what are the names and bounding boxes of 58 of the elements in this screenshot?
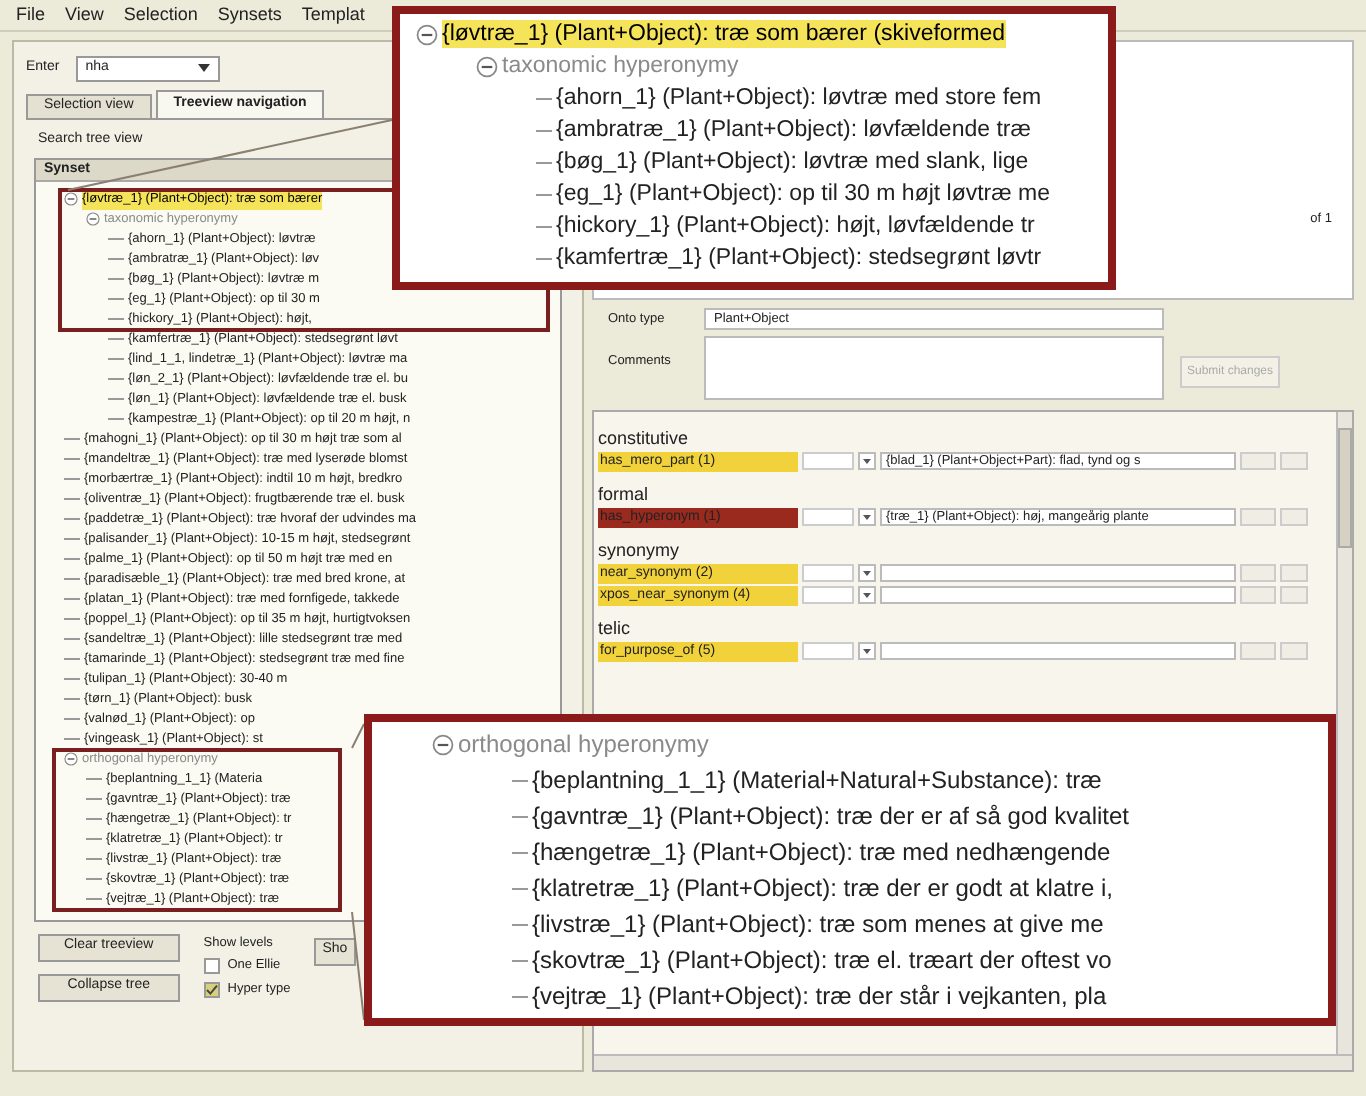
menu-item[interactable]: Templat	[301, 6, 365, 24]
tree-item[interactable]: {livstræ_1} (Plant+Object): træ som menes at give me	[532, 909, 1104, 939]
menu-item[interactable]: View	[65, 6, 104, 24]
menu-item[interactable]: File	[16, 6, 46, 24]
relation-action[interactable]	[1240, 452, 1276, 470]
dropdown-icon[interactable]	[858, 642, 876, 660]
relation-target-field[interactable]	[880, 642, 1236, 660]
tree-item[interactable]: {gavntræ_1} (Plant+Object): træ der er af så god kvalitet	[532, 801, 1129, 831]
dropdown-icon[interactable]	[858, 452, 876, 470]
dropdown-icon[interactable]	[858, 508, 876, 526]
vertical-scrollbar[interactable]	[1336, 412, 1352, 1054]
relation-action[interactable]	[1240, 508, 1276, 526]
dropdown-icon[interactable]	[858, 564, 876, 582]
relation-group-title: formal	[598, 484, 651, 506]
tree-item[interactable]: {skovtræ_1} (Plant+Object): træ el. træart der oftest vo	[532, 945, 1112, 975]
tree-item[interactable]: {eg_1} (Plant+Object): op til 30 m højt løvtræ me	[556, 180, 1051, 208]
relation-action[interactable]	[1280, 642, 1308, 660]
relation-action[interactable]	[1280, 586, 1308, 604]
check-icon	[205, 983, 218, 996]
checkbox[interactable]	[203, 958, 220, 975]
collapse-icon[interactable]	[64, 752, 78, 766]
tree-item[interactable]: {kamfertræ_1} (Plant+Object): stedsegrønt løvtr	[556, 244, 1042, 272]
tree-item[interactable]: {løvtræ_1} (Plant+Object): træ som bærer (skiveformed	[442, 20, 1006, 48]
relation-group-title: synonymy	[598, 540, 682, 562]
horizontal-scrollbar[interactable]	[594, 1054, 1352, 1070]
relation-action[interactable]	[1280, 452, 1308, 470]
caret-icon	[197, 64, 210, 72]
collapse-icon[interactable]	[476, 55, 498, 77]
checkbox[interactable]	[203, 981, 220, 998]
collapse-icon[interactable]	[432, 733, 454, 755]
tree-item[interactable]: {hængetræ_1} (Plant+Object): træ med nedhængende	[532, 837, 1111, 867]
relation-group-title: constitutive	[598, 428, 691, 450]
tree-item[interactable]: {beplantning_1_1} (Material+Natural+Substance): træ	[532, 765, 1102, 795]
relation-group-title: telic	[598, 618, 633, 640]
relation-action[interactable]	[1240, 564, 1276, 582]
menu-item[interactable]: Selection	[123, 6, 198, 24]
tree-item[interactable]: {vejtræ_1} (Plant+Object): træ der står i vejkanten, pla	[532, 981, 1107, 1011]
comments-field[interactable]	[704, 336, 1164, 400]
tree-item[interactable]: {klatretræ_1} (Plant+Object): træ der er godt at klatre i,	[532, 873, 1113, 903]
relation-label: taxonomic hyperonymy	[502, 52, 739, 80]
relation-label: orthogonal hyperonymy	[458, 729, 709, 759]
tree-item[interactable]: {hickory_1} (Plant+Object): højt, løvfældende tr	[556, 212, 1035, 240]
tree-item[interactable]: {ahorn_1} (Plant+Object): løvtræ med store fem	[556, 84, 1042, 112]
collapse-icon[interactable]	[64, 192, 78, 206]
collapse-icon[interactable]	[416, 23, 438, 45]
collapse-icon[interactable]	[86, 212, 100, 226]
dropdown-icon[interactable]	[858, 586, 876, 604]
relation-action[interactable]	[1280, 564, 1308, 582]
tree-item[interactable]: {ambratræ_1} (Plant+Object): løvfældende træ	[556, 116, 1031, 144]
relation-action[interactable]	[1240, 586, 1276, 604]
relation-target-field[interactable]	[880, 586, 1236, 604]
relation-action[interactable]	[1280, 508, 1308, 526]
leader-line	[351, 911, 365, 1021]
leader-line	[351, 723, 365, 749]
tree-item[interactable]: {bøg_1} (Plant+Object): løvtræ med slank, lige	[556, 148, 1029, 176]
menu-item[interactable]: Synsets	[217, 6, 282, 24]
relation-target-field[interactable]	[880, 564, 1236, 582]
relation-action[interactable]	[1240, 642, 1276, 660]
